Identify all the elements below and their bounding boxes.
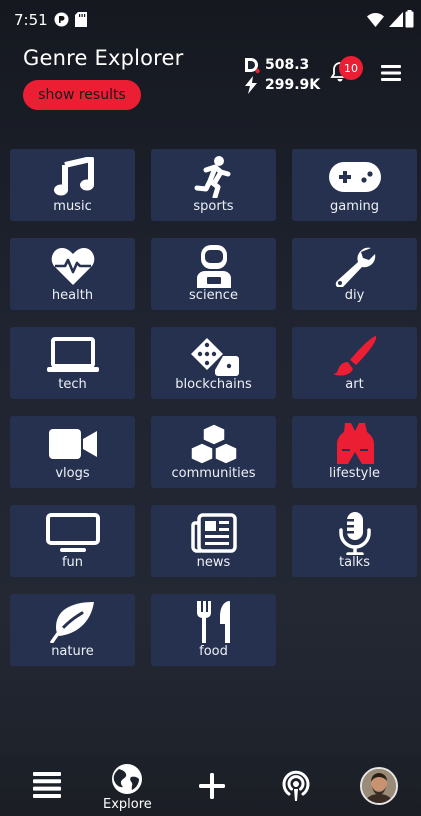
microphone-icon [338, 512, 371, 555]
genre-tile-vlogs[interactable]: vlogs [10, 416, 135, 488]
genre-tile-lifestyle[interactable]: lifestyle [292, 416, 417, 488]
globe-icon [112, 764, 143, 794]
nav-feed[interactable] [33, 772, 61, 798]
signal-icon [389, 12, 403, 27]
genre-label: tech [58, 377, 87, 392]
nav-podcasts[interactable] [281, 770, 311, 802]
genre-label: food [199, 644, 228, 659]
music-note-icon [53, 157, 94, 196]
genre-tile-communities[interactable]: communities [151, 416, 276, 488]
avatar [360, 767, 398, 805]
genre-tile-fun[interactable]: fun [10, 505, 135, 577]
genre-tile-talks[interactable]: talks [292, 505, 417, 577]
genre-tile-news[interactable]: news [151, 505, 276, 577]
genre-tile-food[interactable]: food [151, 594, 276, 666]
genre-label: vlogs [55, 466, 90, 481]
list-icon [33, 772, 61, 798]
lightning-icon [245, 76, 257, 94]
newspaper-icon [190, 513, 237, 553]
nav-explore[interactable]: Explore [103, 763, 152, 812]
balance-value: 508.3 [265, 57, 310, 73]
genre-label: news [196, 555, 231, 570]
genre-label: blockchains [175, 377, 252, 392]
podcast-icon [282, 770, 310, 801]
utensils-icon [196, 601, 230, 643]
genre-label: fun [61, 555, 84, 570]
gamepad-icon [328, 162, 381, 192]
hamburger-menu-icon[interactable] [381, 64, 401, 82]
app-notification-icon [54, 12, 69, 27]
cubes-icon [189, 423, 238, 465]
astronaut-icon [196, 245, 231, 288]
battery-icon [405, 10, 414, 28]
power-value: 299.9K [265, 77, 321, 93]
power-row: 299.9K [243, 75, 320, 95]
genre-label: gaming [330, 199, 379, 214]
show-results-button[interactable]: show results [23, 80, 141, 110]
nav-profile[interactable] [360, 767, 398, 805]
wrench-icon [335, 247, 375, 287]
d-logo-icon [245, 57, 260, 73]
genre-tile-gaming[interactable]: gaming [292, 149, 417, 221]
genre-tile-nature[interactable]: nature [10, 594, 135, 666]
genre-label: talks [339, 555, 370, 570]
genre-tile-blockchains[interactable]: blockchains [151, 327, 276, 399]
genre-label: art [345, 377, 364, 392]
balance-row: 508.3 [243, 55, 320, 75]
plus-icon [199, 773, 225, 799]
leaf-icon [49, 602, 94, 643]
status-time: 7:51 [14, 11, 48, 29]
genre-label: lifestyle [329, 466, 380, 481]
status-bar: 7:51 [0, 0, 421, 40]
nav-create[interactable] [199, 773, 225, 799]
nav-explore-label: Explore [103, 797, 152, 812]
genre-tile-science[interactable]: science [151, 238, 276, 310]
tv-icon [45, 513, 100, 552]
dice-icon [190, 338, 239, 376]
genre-tile-music[interactable]: music [10, 149, 135, 221]
genre-label: health [51, 288, 94, 303]
genre-label: music [53, 199, 92, 214]
genre-label: sports [193, 199, 234, 214]
genre-label: science [189, 288, 238, 303]
genre-tile-tech[interactable]: tech [10, 327, 135, 399]
genre-label: nature [51, 644, 94, 659]
genre-tile-sports[interactable]: sports [151, 149, 276, 221]
video-camera-icon [48, 429, 97, 459]
vest-icon [336, 423, 374, 464]
notification-badge[interactable]: 10 [339, 56, 363, 80]
bottom-nav: Explore [0, 755, 421, 816]
heartbeat-icon [51, 248, 94, 285]
wallet-stats[interactable]: 508.3 299.9K [243, 55, 320, 95]
genre-tile-health[interactable]: health [10, 238, 135, 310]
laptop-icon [46, 337, 99, 372]
genre-tile-art[interactable]: art [292, 327, 417, 399]
sd-card-icon [75, 12, 87, 27]
wifi-icon [367, 13, 384, 27]
page-title: Genre Explorer [23, 46, 184, 70]
running-person-icon [194, 156, 230, 198]
genre-tile-diy[interactable]: diy [292, 238, 417, 310]
genre-label: diy [344, 288, 365, 303]
genre-label: communities [171, 466, 256, 481]
user-avatar-icon [362, 769, 396, 803]
paintbrush-icon [332, 336, 376, 376]
